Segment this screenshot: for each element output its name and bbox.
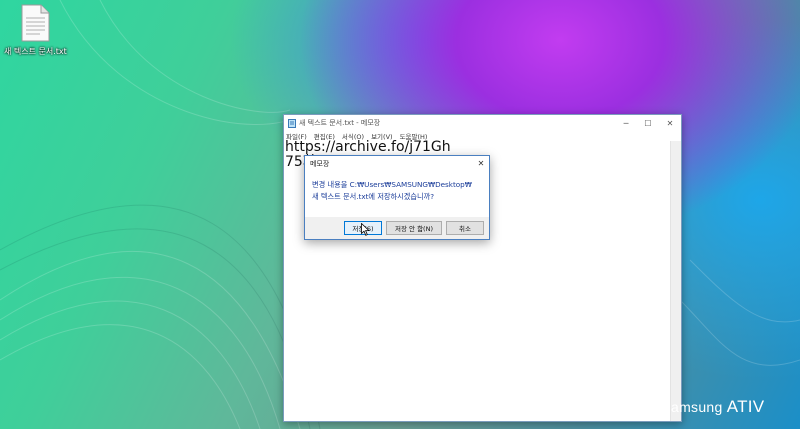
dont-save-button[interactable]: 저장 안 함(N) — [386, 221, 442, 235]
dialog-titlebar[interactable]: 메모장 ✕ — [305, 156, 489, 171]
brand-text-samsung: amsung — [671, 399, 723, 415]
dialog-title: 메모장 — [310, 159, 330, 168]
vertical-scrollbar[interactable] — [670, 141, 681, 421]
brand-text-ativ: ATIV — [726, 397, 765, 416]
desktop-text-file-icon[interactable]: 새 텍스트 문서.txt — [4, 4, 67, 57]
text-line-1: https://archive.fo/j71Gh — [285, 139, 451, 155]
dialog-button-bar: 저장(S) 저장 안 함(N) 취소 — [305, 217, 489, 239]
notepad-app-icon — [288, 118, 296, 128]
cancel-button[interactable]: 취소 — [446, 221, 484, 235]
mouse-cursor-icon — [361, 223, 370, 236]
desktop-icon-label: 새 텍스트 문서.txt — [4, 47, 67, 56]
minimize-icon[interactable]: ─ — [615, 119, 637, 128]
dialog-message-line-1: 변경 내용을 C:₩Users₩SAMSUNG₩Desktop₩ — [312, 180, 472, 189]
dialog-message: 변경 내용을 C:₩Users₩SAMSUNG₩Desktop₩ 새 텍스트 문… — [305, 171, 489, 217]
text-file-icon — [20, 4, 50, 42]
notepad-title: 새 텍스트 문서.txt - 메모장 — [299, 119, 381, 127]
dialog-close-icon[interactable]: ✕ — [473, 159, 489, 168]
notepad-titlebar[interactable]: 새 텍스트 문서.txt - 메모장 ─ ☐ ✕ — [284, 115, 681, 131]
save-changes-dialog[interactable]: 메모장 ✕ 변경 내용을 C:₩Users₩SAMSUNG₩Desktop₩ 새… — [304, 155, 490, 240]
dialog-message-line-2: 새 텍스트 문서.txt에 저장하시겠습니까? — [312, 192, 435, 201]
close-icon[interactable]: ✕ — [659, 119, 681, 128]
samsung-ativ-logo: amsung ATIV — [671, 397, 764, 417]
maximize-icon[interactable]: ☐ — [637, 119, 659, 128]
